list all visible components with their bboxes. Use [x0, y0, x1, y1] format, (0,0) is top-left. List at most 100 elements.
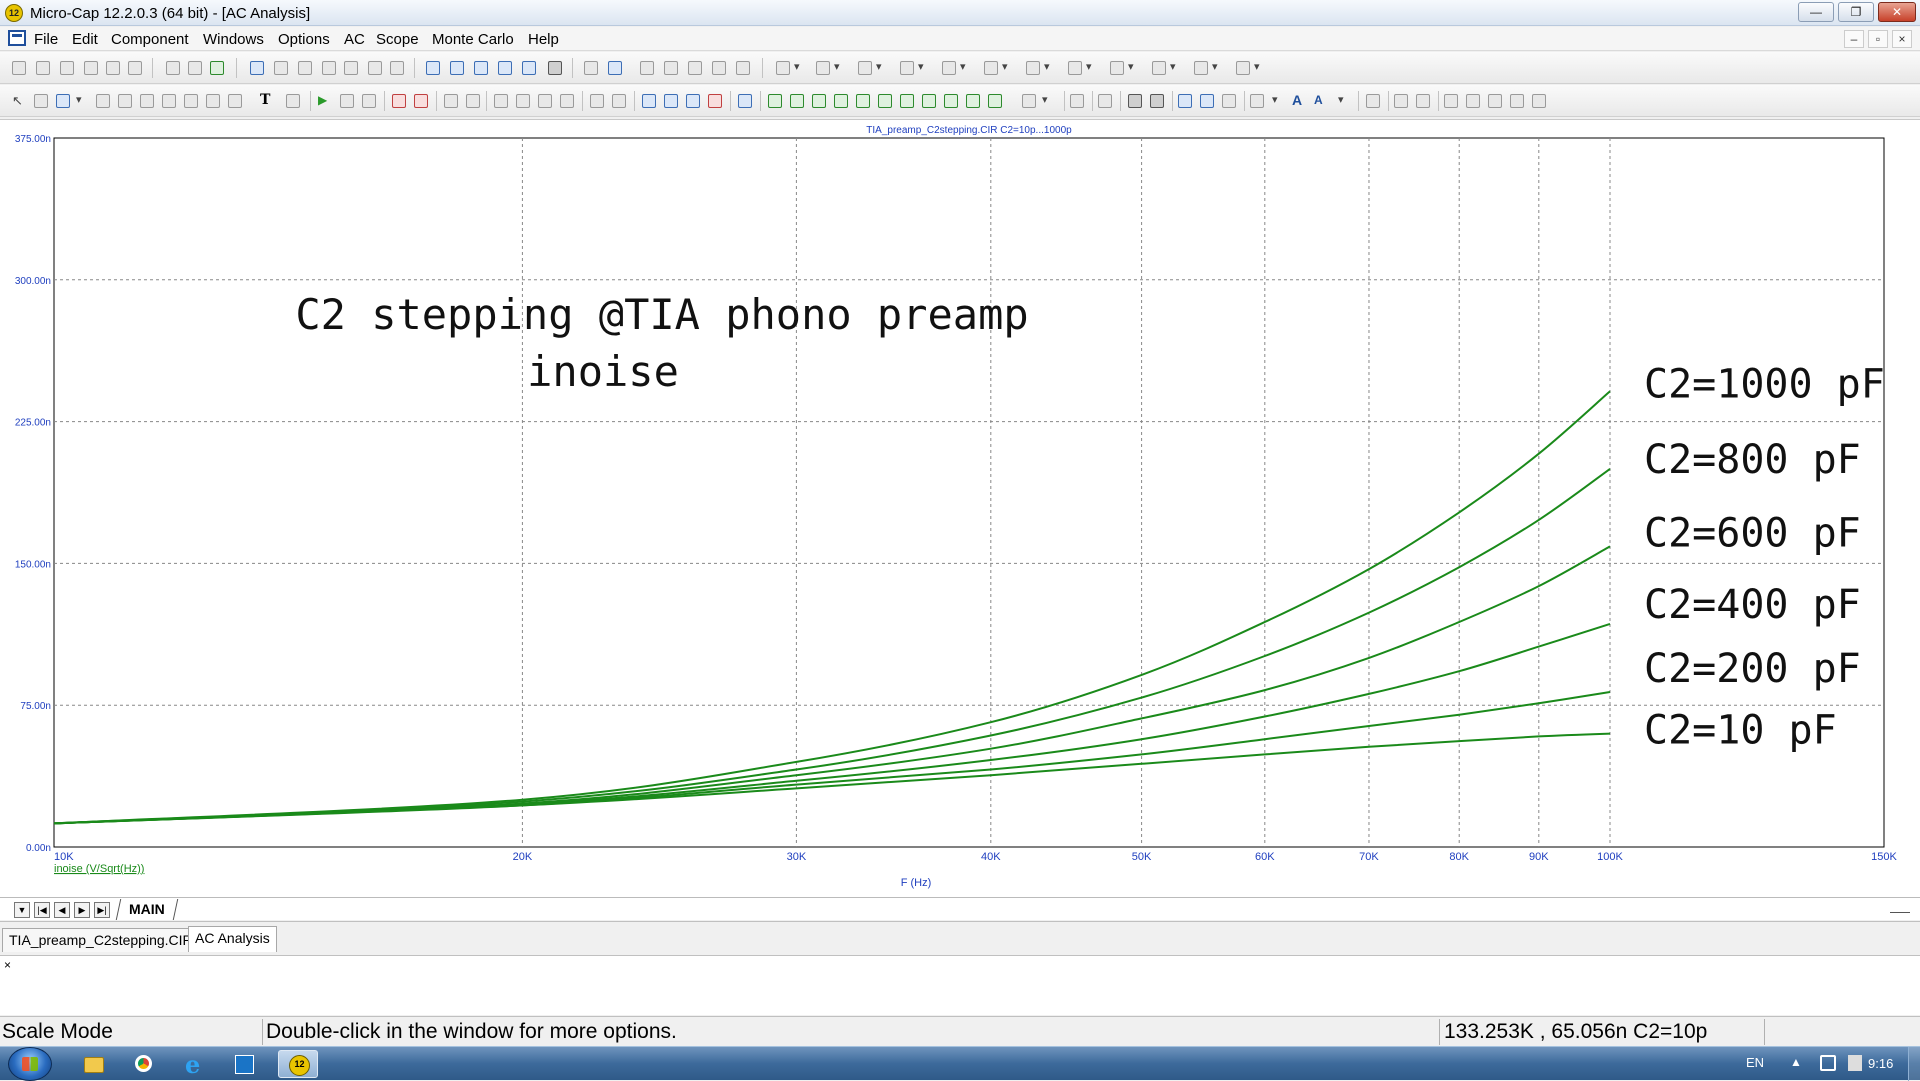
battery-icon[interactable]	[1152, 61, 1166, 75]
tag-mode-icon[interactable]	[1098, 94, 1112, 108]
restore-button[interactable]: ❐	[1838, 2, 1874, 22]
series-label[interactable]: C2=800 pF	[1644, 437, 1861, 483]
source-icon[interactable]	[1110, 61, 1124, 75]
menu-monte-carlo[interactable]: Monte Carlo	[432, 31, 514, 48]
pause-icon[interactable]	[362, 94, 376, 108]
menu-scope[interactable]: Scope	[376, 31, 419, 48]
show-desktop-button[interactable]	[1908, 1047, 1920, 1081]
waveform-icon[interactable]	[664, 61, 678, 75]
print-plot-icon[interactable]	[1366, 94, 1380, 108]
cursor-next-icon[interactable]	[966, 94, 980, 108]
series-label[interactable]: C2=400 pF	[1644, 582, 1861, 628]
resistor-icon[interactable]	[816, 61, 830, 75]
action-center-icon[interactable]	[1848, 1055, 1862, 1071]
zoom-region-icon[interactable]	[664, 94, 678, 108]
mail-app-icon[interactable]	[225, 1050, 261, 1078]
chevron-down-icon[interactable]: ▾	[834, 60, 848, 74]
grid-icon[interactable]	[1250, 94, 1264, 108]
horizontal-tag-icon[interactable]	[1128, 94, 1142, 108]
series-label[interactable]: C2=200 pF	[1644, 646, 1861, 692]
send-back-icon[interactable]	[1416, 94, 1430, 108]
calculator-icon[interactable]	[548, 61, 562, 75]
optimize-icon[interactable]	[444, 94, 458, 108]
chevron-down-icon[interactable]: ▾	[1338, 93, 1352, 107]
plot-icon[interactable]	[712, 61, 726, 75]
text-label-icon[interactable]	[1070, 94, 1084, 108]
minimize-button[interactable]: —	[1798, 2, 1834, 22]
inoise-chart[interactable]: 10K 20K 30K 40K 50K 60K 70K 80K 90K 100K 150K 0.00n…	[0, 120, 1920, 898]
add-plot-icon[interactable]	[494, 94, 508, 108]
zoom-reset-icon[interactable]	[708, 94, 722, 108]
series-label[interactable]: C2=10 pF	[1644, 708, 1837, 754]
bring-front-icon[interactable]	[1394, 94, 1408, 108]
document-window-icon[interactable]	[8, 30, 26, 46]
cursor-prev-icon[interactable]	[988, 94, 1002, 108]
save-icon[interactable]	[60, 61, 74, 75]
remove-plot-icon[interactable]	[516, 94, 530, 108]
stepping-dialog-icon[interactable]	[414, 94, 428, 108]
plot-window[interactable]: 10K 20K 30K 40K 50K 60K 70K 80K 90K 100K 150K 0.00n…	[0, 119, 1920, 920]
paste-selection-icon[interactable]	[344, 61, 358, 75]
cut-icon[interactable]	[298, 61, 312, 75]
cursor-global-high-icon[interactable]	[878, 94, 892, 108]
cursor-valley-icon[interactable]	[790, 94, 804, 108]
select-all-icon[interactable]	[390, 61, 404, 75]
menu-windows[interactable]: Windows	[203, 31, 264, 48]
tile-vertical-icon[interactable]	[450, 61, 464, 75]
tokens-icon[interactable]	[612, 94, 626, 108]
start-button[interactable]	[8, 1047, 52, 1081]
plot-properties-icon[interactable]	[466, 94, 480, 108]
picture-icon[interactable]	[286, 94, 300, 108]
internet-explorer-icon[interactable]	[175, 1050, 211, 1079]
zoom-fit-icon[interactable]	[642, 94, 656, 108]
print-icon[interactable]	[128, 61, 142, 75]
data-points-icon[interactable]	[590, 94, 604, 108]
copy-icon[interactable]	[166, 61, 180, 75]
sheet-prev-button[interactable]: ◀	[54, 902, 70, 918]
ground-icon[interactable]	[776, 61, 790, 75]
open-file-icon[interactable]	[36, 61, 50, 75]
mdi-close-button[interactable]: ×	[1892, 30, 1912, 48]
align-left-icon[interactable]	[1444, 94, 1458, 108]
undo-icon[interactable]	[250, 61, 264, 75]
tab-ac-analysis[interactable]: AC Analysis	[188, 926, 277, 952]
stepping-icon[interactable]	[736, 61, 750, 75]
font-icon[interactable]: A	[1292, 93, 1306, 107]
cascade-icon[interactable]	[426, 61, 440, 75]
chevron-down-icon[interactable]: ▾	[960, 60, 974, 74]
edit-plot-icon[interactable]	[738, 94, 752, 108]
sheet-next-button[interactable]: ▶	[74, 902, 90, 918]
align-center-icon[interactable]	[1466, 94, 1480, 108]
tab-main[interactable]: MAIN	[115, 899, 179, 920]
mdi-restore-button[interactable]: ▫	[1868, 30, 1888, 48]
sheet-last-button[interactable]: ▶|	[94, 902, 110, 918]
zoom-in-icon[interactable]	[1178, 94, 1192, 108]
clock[interactable]: 9:16	[1868, 1056, 1893, 1071]
sheet-first-button[interactable]: |◀	[34, 902, 50, 918]
globe-icon[interactable]	[210, 61, 224, 75]
cursor-peak-icon[interactable]	[768, 94, 782, 108]
vertical-tag-icon[interactable]	[1150, 94, 1164, 108]
paste-icon[interactable]	[188, 61, 202, 75]
cursor-bottom-icon[interactable]	[944, 94, 958, 108]
chevron-down-icon[interactable]: ▾	[918, 60, 932, 74]
print-preview-icon[interactable]	[106, 61, 120, 75]
window-titlebar[interactable]: 12 Micro-Cap 12.2.0.3 (64 bit) - [AC Ana…	[0, 0, 1920, 26]
chevron-down-icon[interactable]: ▾	[1212, 60, 1226, 74]
arc-icon[interactable]	[184, 94, 198, 108]
annotation-subtitle[interactable]: inoise	[527, 347, 679, 396]
chevron-down-icon[interactable]: ▾	[1128, 60, 1142, 74]
file-explorer-icon[interactable]	[75, 1050, 111, 1078]
cursor-global-low-icon[interactable]	[900, 94, 914, 108]
tools-icon[interactable]	[688, 61, 702, 75]
close-button[interactable]: ✕	[1878, 2, 1916, 22]
mdi-minimize-button[interactable]: –	[1844, 30, 1864, 48]
stop-icon[interactable]	[340, 94, 354, 108]
chevron-down-icon[interactable]: ▾	[1086, 60, 1100, 74]
microcap-taskbar-icon[interactable]	[278, 1050, 318, 1078]
mosfet-icon[interactable]	[1026, 61, 1040, 75]
analysis-icon[interactable]	[640, 61, 654, 75]
align-top-icon[interactable]	[1488, 94, 1502, 108]
cursor-inflection-icon[interactable]	[856, 94, 870, 108]
menu-edit[interactable]: Edit	[72, 31, 98, 48]
